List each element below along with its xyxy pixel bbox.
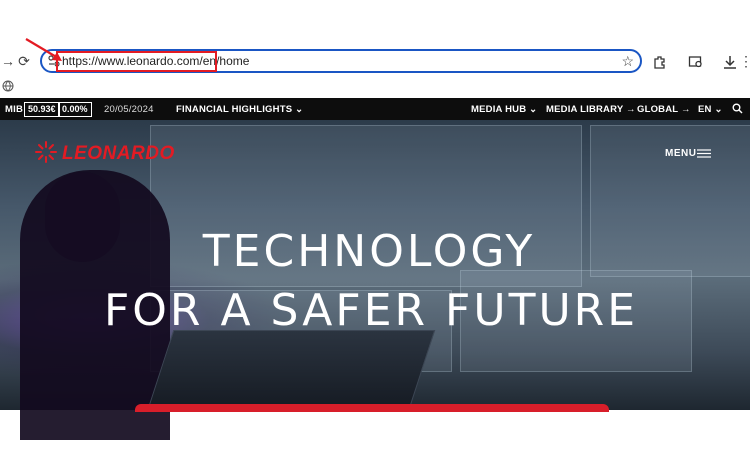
url-highlight-box — [56, 51, 217, 72]
search-icon[interactable] — [732, 103, 743, 114]
download-icon[interactable] — [722, 54, 738, 70]
chevron-down-icon: ⌄ — [295, 104, 304, 115]
language-selector[interactable]: EN ⌄ — [698, 104, 723, 115]
hero-headline-line2: FOR A SAFER FUTURE — [103, 285, 639, 336]
extensions-icon[interactable] — [652, 54, 668, 70]
nav-global[interactable]: GLOBAL → — [637, 104, 691, 115]
globe-icon — [2, 80, 14, 92]
arrow-right-icon: → — [680, 104, 691, 115]
ticker-label: MIB — [5, 104, 24, 115]
red-arrow-icon — [25, 38, 62, 61]
arrow-right-icon: → — [626, 104, 636, 115]
nav-financial-highlights[interactable]: FINANCIAL HIGHLIGHTS ⌄ — [176, 104, 303, 115]
bookmark-star-icon[interactable]: ☆ — [621, 53, 634, 70]
hamburger-icon[interactable] — [697, 149, 711, 158]
financial-highlights-label: FINANCIAL HIGHLIGHTS — [176, 104, 293, 115]
hero-headline-line1: TECHNOLOGY — [202, 226, 536, 277]
media-library-label: MEDIA LIBRARY — [546, 104, 624, 115]
leonardo-logo-icon[interactable] — [34, 140, 58, 164]
nav-media-library[interactable]: MEDIA LIBRARY → — [546, 104, 636, 115]
date-label: 20/05/2024 — [104, 104, 154, 115]
control-console — [146, 330, 436, 412]
browser-chrome: → ⟳ https://www.leonardo.com/en/home ☆ ⋮ — [0, 0, 750, 98]
menu-button[interactable]: MENU — [665, 148, 696, 159]
global-label: GLOBAL — [637, 104, 679, 115]
forward-icon[interactable]: → — [0, 53, 16, 69]
red-banner-bar[interactable] — [135, 404, 609, 412]
stock-change: 0.00% — [58, 102, 92, 117]
language-label: EN — [698, 104, 712, 115]
site-topbar: MIB 50.93€ 0.00% 20/05/2024 FINANCIAL HI… — [0, 98, 750, 120]
nav-media-hub[interactable]: MEDIA HUB ⌄ — [471, 104, 537, 115]
tab-search-icon[interactable] — [688, 54, 704, 70]
media-hub-label: MEDIA HUB — [471, 104, 527, 115]
more-options-icon[interactable]: ⋮ — [738, 53, 750, 69]
chevron-down-icon: ⌄ — [714, 104, 723, 115]
chevron-down-icon: ⌄ — [529, 104, 538, 115]
leonardo-logo[interactable]: LEONARDO — [62, 143, 175, 165]
stock-price: 50.93€ — [24, 102, 60, 117]
